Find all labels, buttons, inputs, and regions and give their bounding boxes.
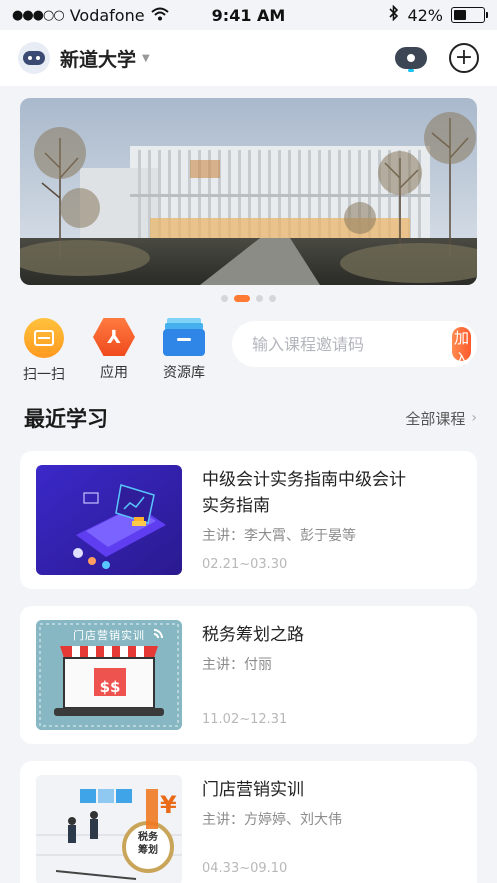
carousel-dot[interactable] bbox=[269, 295, 276, 302]
tray-handle bbox=[177, 338, 191, 341]
carousel-dot[interactable] bbox=[234, 295, 250, 302]
course-thumbnail: 门店营销实训 $$ bbox=[36, 620, 182, 730]
apps-icon: ⅄ bbox=[93, 318, 135, 356]
carousel-dot[interactable] bbox=[256, 295, 263, 302]
course-dates: 11.02~12.31 bbox=[202, 712, 288, 727]
dollar-sign-icon: $$ bbox=[99, 678, 121, 696]
robot-face-icon bbox=[23, 51, 45, 65]
scan-icon bbox=[24, 318, 64, 358]
course-card[interactable]: 门店营销实训 $$ 税务筹划之路 主讲：付丽 11.02~12.31 bbox=[20, 606, 477, 744]
invite-code-bar: 加入 bbox=[232, 321, 477, 368]
carrier-name: Vodafone bbox=[69, 5, 145, 25]
course-dates: 02.21~03.30 bbox=[202, 557, 288, 572]
scan-action[interactable]: 扫一扫 bbox=[14, 318, 74, 384]
school-switcher-label[interactable]: 新道大学 bbox=[60, 45, 136, 72]
building-banner-image bbox=[20, 98, 477, 285]
app-screen: ●●●○○ Vodafone 9:41 AM 42% 新道大学 ▼ + 扫一扫 … bbox=[0, 0, 497, 883]
camera-icon[interactable] bbox=[395, 42, 427, 74]
resource-library-action[interactable]: 资源库 bbox=[154, 318, 214, 382]
wifi-icon bbox=[150, 6, 169, 25]
laptop-illustration bbox=[36, 465, 182, 575]
add-button[interactable]: + bbox=[449, 43, 479, 73]
course-dates: 04.33~09.10 bbox=[202, 861, 288, 876]
course-card[interactable]: 中级会计实务指南中级会计实务指南 主讲：李大霄、彭于晏等 02.21~03.30 bbox=[20, 451, 477, 589]
course-teacher: 主讲：方婷婷、刘大伟 bbox=[202, 812, 342, 828]
status-right: 42% bbox=[305, 4, 488, 25]
course-card[interactable]: ¥ 税务 筹划 门店营销实训 主讲：方婷婷、刘大伟 04.33~09.10 bbox=[20, 761, 477, 883]
robot-eye-icon bbox=[28, 56, 32, 60]
course-title: 税务筹划之路 bbox=[202, 625, 304, 645]
join-button[interactable]: 加入 bbox=[452, 327, 471, 368]
course-info: 税务筹划之路 主讲：付丽 bbox=[202, 622, 422, 674]
course-teacher: 主讲：李大霄、彭于晏等 bbox=[202, 528, 356, 544]
all-courses-label: 全部课程 bbox=[405, 409, 466, 428]
apps-label: 应用 bbox=[100, 365, 128, 381]
status-left: ●●●○○ Vodafone bbox=[12, 6, 192, 25]
course-info: 门店营销实训 主讲：方婷婷、刘大伟 bbox=[202, 777, 422, 829]
app-header: 新道大学 ▼ + bbox=[0, 30, 497, 86]
camera-indicator bbox=[408, 69, 414, 72]
battery-icon bbox=[451, 7, 488, 23]
carousel-dot[interactable] bbox=[221, 295, 228, 302]
status-time: 9:41 AM bbox=[211, 5, 286, 25]
scan-label: 扫一扫 bbox=[23, 367, 65, 383]
chevron-right-icon: › bbox=[471, 410, 477, 426]
status-bar: ●●●○○ Vodafone 9:41 AM 42% bbox=[0, 0, 497, 30]
invite-code-input[interactable] bbox=[252, 334, 452, 354]
section-title: 最近学习 bbox=[24, 407, 108, 431]
battery-percent: 42% bbox=[407, 5, 443, 25]
course-title: 门店营销实训 bbox=[202, 780, 304, 800]
thumbnail-caption: 税务 筹划 bbox=[138, 832, 158, 856]
apps-action[interactable]: ⅄ 应用 bbox=[84, 318, 144, 382]
bluetooth-icon bbox=[389, 4, 399, 25]
course-teacher: 主讲：付丽 bbox=[202, 657, 272, 673]
carousel-indicator bbox=[0, 295, 497, 302]
resource-library-label: 资源库 bbox=[163, 365, 205, 381]
thumbnail-caption: 门店营销实训 bbox=[73, 629, 145, 642]
chevron-down-icon[interactable]: ▼ bbox=[142, 53, 150, 64]
robot-eye-icon bbox=[36, 56, 40, 60]
resource-library-icon bbox=[163, 318, 205, 356]
school-logo[interactable] bbox=[18, 42, 50, 74]
all-courses-link[interactable]: 全部课程 › bbox=[405, 408, 477, 429]
camera-lens bbox=[404, 51, 418, 65]
tray-body bbox=[163, 329, 205, 356]
banner-carousel[interactable] bbox=[20, 98, 477, 285]
course-thumbnail: ¥ 税务 筹划 bbox=[36, 775, 182, 883]
battery-level bbox=[454, 10, 466, 20]
apps-glyph: ⅄ bbox=[107, 326, 121, 348]
recent-study-header: 最近学习 全部课程 › bbox=[24, 400, 477, 436]
course-info: 中级会计实务指南中级会计实务指南 主讲：李大霄、彭于晏等 bbox=[202, 467, 422, 545]
course-title: 中级会计实务指南中级会计实务指南 bbox=[202, 470, 406, 516]
yuan-sign-icon: ¥ bbox=[160, 791, 177, 819]
signal-strength-icon: ●●●○○ bbox=[12, 7, 65, 23]
course-thumbnail bbox=[36, 465, 182, 575]
scan-frame bbox=[34, 330, 54, 346]
